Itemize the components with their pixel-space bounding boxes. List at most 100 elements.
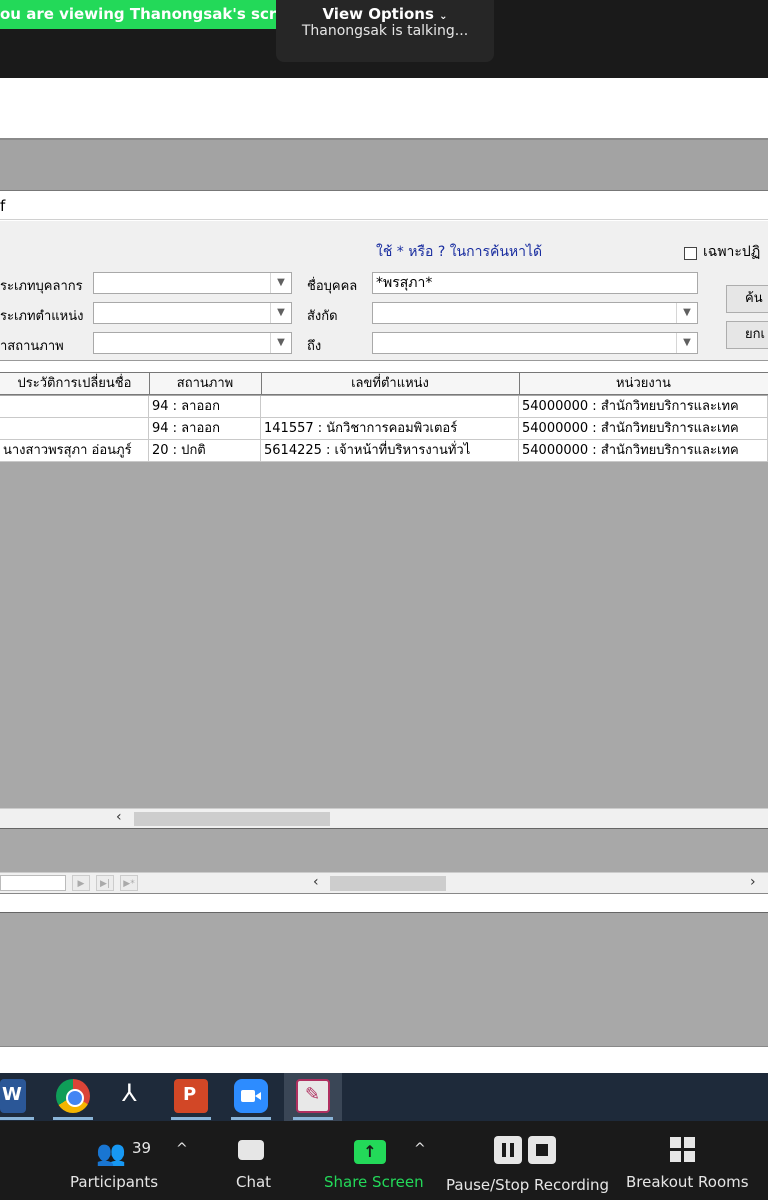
position-type-label: ระเภทตำแหน่ง: [0, 309, 84, 324]
column-header[interactable]: สถานภาพ: [149, 373, 262, 395]
active-indicator: [231, 1117, 271, 1120]
table-cell: 54000000 : สำนักวิทยบริการและเทค: [519, 440, 768, 461]
table-cell: 94 : ลาออก: [149, 418, 261, 439]
chevron-down-icon[interactable]: ▼: [270, 333, 291, 353]
personnel-type-combo[interactable]: ▼: [93, 272, 292, 294]
table-cell: [0, 418, 149, 439]
table-row[interactable]: 94 : ลาออก 141557 : นักวิชาการคอมพิวเตอร…: [0, 418, 768, 440]
only-checkbox-label: เฉพาะปฏิ: [703, 244, 761, 260]
subform-area: [0, 828, 768, 872]
table-cell: 5614225 : เจ้าหน้าที่บริหารงานทั่วไ: [261, 440, 519, 461]
table-cell: 141557 : นักวิชาการคอมพิวเตอร์: [261, 418, 519, 439]
active-indicator: [171, 1117, 211, 1120]
record-navigation-bar: ▶ ▶| ▶* ‹ ›: [0, 872, 768, 894]
table-cell: 94 : ลาออก: [149, 396, 261, 417]
affiliation-combo[interactable]: ▼: [372, 302, 698, 324]
active-indicator: [53, 1117, 93, 1120]
chevron-down-icon[interactable]: ▼: [270, 273, 291, 293]
word-icon[interactable]: W: [0, 1079, 26, 1113]
position-type-combo[interactable]: ▼: [93, 302, 292, 324]
table-cell: 54000000 : สำนักวิทยบริการและเทค: [519, 396, 768, 417]
table-cell: 54000000 : สำนักวิทยบริการและเทค: [519, 418, 768, 439]
table-row[interactable]: นางสาวพรสุภา อ่อนภูร์ 20 : ปกติ 5614225 …: [0, 440, 768, 462]
last-record-icon[interactable]: ▶|: [96, 875, 114, 891]
chevron-down-icon: ⌄: [439, 11, 448, 22]
cancel-button[interactable]: ยกเ: [726, 321, 768, 349]
status-strip: [0, 1046, 768, 1073]
stop-icon: [528, 1136, 556, 1164]
active-indicator: [293, 1117, 333, 1120]
scroll-right-icon[interactable]: ›: [750, 874, 756, 890]
participants-count: 39: [132, 1139, 152, 1157]
grid-horizontal-scrollbar[interactable]: ‹: [0, 808, 768, 828]
person-name-input[interactable]: *พรสุภา*: [372, 272, 698, 294]
participants-icon: 👥: [96, 1139, 126, 1167]
grid-header: ประวัติการเปลี่ยนชื่อ สถานภาพ เลขที่ตำแห…: [0, 373, 768, 395]
paint-icon[interactable]: ✎: [296, 1079, 330, 1113]
chat-button[interactable]: Chat: [226, 1121, 286, 1200]
app-gray-band: [0, 138, 768, 190]
pause-stop-recording-button[interactable]: Pause/Stop Recording: [446, 1121, 610, 1200]
zoom-top-banner: ou are viewing Thanongsak's screen View …: [0, 0, 768, 78]
person-name-label: ชื่อบุคคล: [307, 279, 358, 294]
column-header[interactable]: หน่วยงาน: [519, 373, 768, 395]
scrollbar-thumb[interactable]: [330, 876, 446, 891]
chat-icon: [238, 1140, 264, 1160]
new-record-icon[interactable]: ▶*: [120, 875, 138, 891]
next-record-icon[interactable]: ▶: [72, 875, 90, 891]
zoom-controls-bar: 👥 39 Participants ^ Chat ↑ Share Screen …: [0, 1121, 768, 1200]
status-label: าสถานภาพ: [0, 339, 64, 354]
chrome-icon[interactable]: [56, 1079, 90, 1113]
scroll-left-icon[interactable]: ‹: [116, 809, 122, 825]
active-indicator: [0, 1117, 34, 1120]
window-title-bar: f: [0, 190, 768, 220]
search-button[interactable]: ค้น: [726, 285, 768, 313]
column-header[interactable]: ประวัติการเปลี่ยนชื่อ: [0, 373, 150, 395]
pause-icon: [494, 1136, 522, 1164]
chevron-down-icon[interactable]: ▼: [270, 303, 291, 323]
only-checkbox[interactable]: [684, 247, 697, 260]
scroll-left-icon[interactable]: ‹: [313, 874, 319, 890]
view-options-menu[interactable]: View Options ⌄ Thanongsak is talking...: [276, 0, 494, 62]
view-options-label: View Options: [322, 5, 434, 23]
app-top-strip: [0, 78, 768, 138]
participants-label: Participants: [70, 1173, 159, 1191]
acrobat-icon[interactable]: ⅄: [115, 1079, 149, 1113]
share-screen-button[interactable]: ↑ Share Screen: [320, 1121, 424, 1200]
to-label: ถึง: [307, 339, 322, 354]
record-number-input[interactable]: [0, 875, 66, 891]
affiliation-label: สังกัด: [307, 309, 338, 324]
lower-gray-area: [0, 912, 768, 1046]
table-row[interactable]: 94 : ลาออก 54000000 : สำนักวิทยบริการและ…: [0, 396, 768, 418]
chevron-up-icon[interactable]: ^: [414, 1141, 426, 1157]
table-cell: [0, 396, 149, 417]
personnel-type-label: ระเภทบุคลากร: [0, 279, 83, 294]
results-grid: ประวัติการเปลี่ยนชื่อ สถานภาพ เลขที่ตำแห…: [0, 372, 768, 816]
breakout-rooms-label: Breakout Rooms: [626, 1173, 749, 1191]
share-screen-icon: ↑: [354, 1140, 386, 1164]
breakout-rooms-button[interactable]: Breakout Rooms: [624, 1121, 749, 1200]
share-screen-label: Share Screen: [324, 1173, 424, 1191]
status-combo[interactable]: ▼: [93, 332, 292, 354]
viewing-screen-banner: ou are viewing Thanongsak's screen: [0, 0, 282, 29]
chevron-down-icon[interactable]: ▼: [676, 303, 697, 323]
chevron-up-icon[interactable]: ^: [176, 1141, 188, 1157]
search-hint: ใช้ * หรือ ? ในการค้นหาได้: [376, 244, 543, 260]
scrollbar-thumb[interactable]: [134, 812, 330, 826]
chat-label: Chat: [236, 1173, 272, 1191]
shared-screen: f ใช้ * หรือ ? ในการค้นหาได้ เฉพาะปฏิ ระ…: [0, 78, 768, 1073]
talking-indicator: Thanongsak is talking...: [301, 23, 469, 39]
table-cell: 20 : ปกติ: [149, 440, 261, 461]
participants-button[interactable]: 👥 39 Participants: [70, 1121, 190, 1200]
search-form: ใช้ * หรือ ? ในการค้นหาได้ เฉพาะปฏิ ระเภ…: [0, 221, 768, 361]
powerpoint-icon[interactable]: P: [174, 1079, 208, 1113]
chevron-down-icon[interactable]: ▼: [676, 333, 697, 353]
windows-taskbar: W ⅄ P ✎: [0, 1073, 768, 1121]
breakout-rooms-icon: [670, 1137, 696, 1163]
table-cell: นางสาวพรสุภา อ่อนภูร์: [0, 440, 149, 461]
record-label: Pause/Stop Recording: [446, 1176, 610, 1194]
column-header[interactable]: เลขที่ตำแหน่ง: [261, 373, 520, 395]
table-cell: [261, 396, 519, 417]
zoom-icon[interactable]: [234, 1079, 268, 1113]
to-combo[interactable]: ▼: [372, 332, 698, 354]
